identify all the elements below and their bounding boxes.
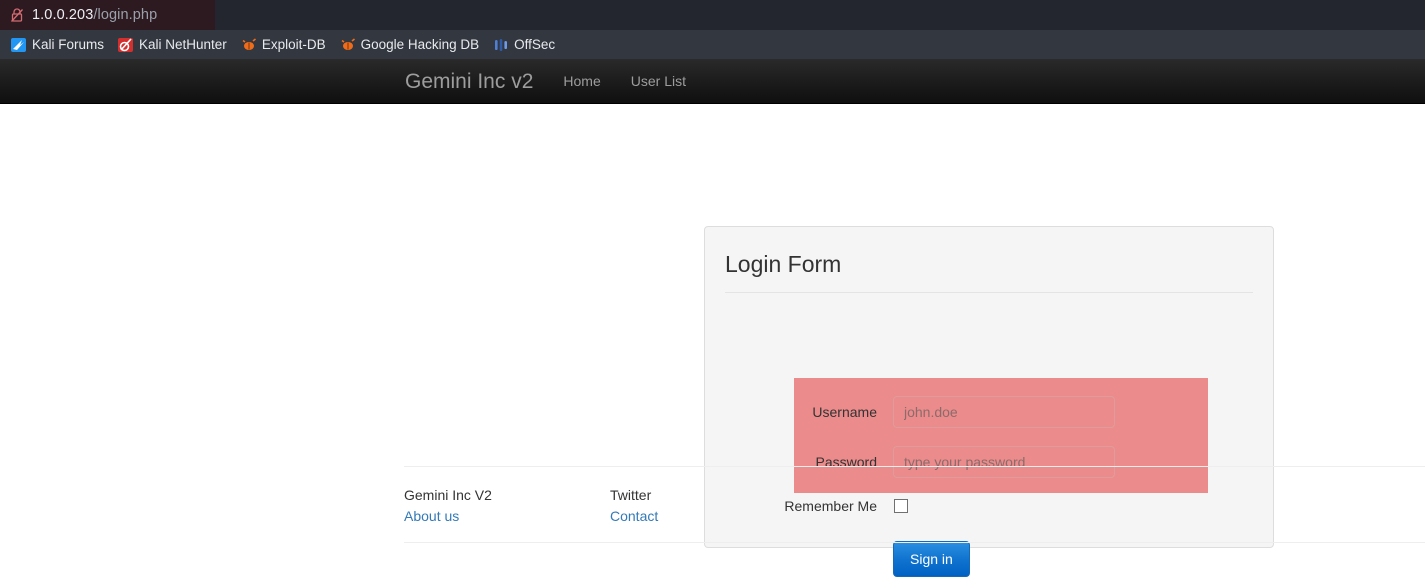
- panel-divider: [725, 292, 1253, 293]
- footer-column-gemini: Gemini Inc V2 About us: [404, 485, 610, 526]
- footer-link-contact[interactable]: Contact: [610, 506, 658, 526]
- nav-link-user-list[interactable]: User List: [616, 59, 701, 104]
- google-hacking-db-icon: [340, 37, 356, 53]
- bookmark-google-hacking-db[interactable]: Google Hacking DB: [333, 33, 487, 57]
- bookmark-label: OffSec: [514, 37, 556, 52]
- bookmark-kali-forums[interactable]: Kali Forums: [4, 33, 111, 57]
- insecure-lock-icon[interactable]: [10, 7, 24, 23]
- footer-heading: Gemini Inc V2: [404, 487, 492, 503]
- sign-in-button[interactable]: Sign in: [893, 541, 970, 577]
- bookmark-label: Exploit-DB: [261, 37, 326, 52]
- login-panel-heading: Login Form: [705, 227, 1273, 293]
- username-input[interactable]: [893, 396, 1115, 428]
- bookmark-kali-nethunter[interactable]: Kali NetHunter: [111, 33, 234, 57]
- bookmark-exploit-db[interactable]: Exploit-DB: [234, 33, 333, 57]
- site-navbar: Gemini Inc v2 Home User List: [0, 59, 1425, 104]
- browser-chrome: 1.0.0.203/login.php Kali Forums Kali Net: [0, 0, 1425, 59]
- submit-row: Sign in: [705, 541, 1273, 577]
- bookmark-offsec[interactable]: OffSec: [486, 33, 562, 57]
- footer-columns: Gemini Inc V2 About us Twitter Contact: [404, 467, 1425, 542]
- bookmark-label: Kali NetHunter: [139, 37, 227, 52]
- username-row: Username: [705, 396, 1273, 428]
- exploit-db-icon: [241, 37, 257, 53]
- url-path: /login.php: [93, 7, 158, 23]
- bookmarks-bar: Kali Forums Kali NetHunter Exploit-DB Go…: [0, 30, 1425, 59]
- bookmark-label: Google Hacking DB: [360, 37, 480, 52]
- footer-column-twitter: Twitter Contact: [610, 485, 816, 526]
- username-label: Username: [812, 404, 877, 420]
- footer-divider-bottom: [404, 542, 1425, 543]
- kali-nethunter-icon: [118, 37, 134, 53]
- kali-dragon-icon: [11, 37, 27, 53]
- nav-link-home[interactable]: Home: [548, 59, 615, 104]
- navbar-inner: Gemini Inc v2 Home User List: [390, 59, 701, 104]
- footer-heading: Twitter: [610, 487, 652, 503]
- bookmark-label: Kali Forums: [32, 37, 105, 52]
- url-host: 1.0.0.203: [32, 7, 94, 23]
- offsec-icon: [493, 37, 509, 53]
- page-body: Login Form Username Password Remember Me…: [0, 104, 1425, 588]
- navbar-brand[interactable]: Gemini Inc v2: [390, 59, 548, 104]
- page-title: Login Form: [725, 251, 842, 277]
- page-footer: Gemini Inc V2 About us Twitter Contact: [404, 466, 1425, 543]
- footer-link-about-us[interactable]: About us: [404, 506, 459, 526]
- address-bar[interactable]: 1.0.0.203/login.php: [0, 0, 215, 30]
